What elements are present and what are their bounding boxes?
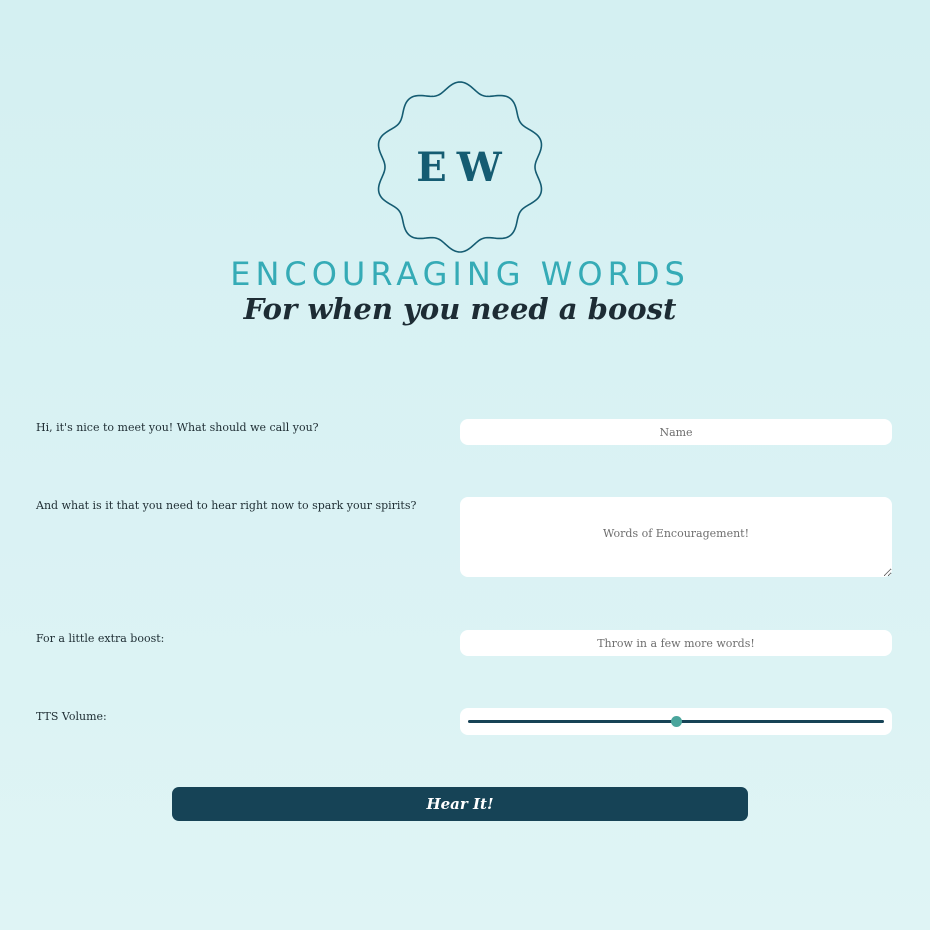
page-title: ENCOURAGING WORDS — [230, 255, 690, 293]
name-input[interactable] — [460, 419, 892, 445]
words-label: And what is it that you need to hear rig… — [36, 499, 417, 512]
logo-badge: EW — [368, 78, 552, 256]
name-label: Hi, it's nice to meet you! What should w… — [36, 421, 319, 434]
logo-initials: EW — [416, 144, 512, 191]
volume-slider[interactable] — [460, 708, 892, 735]
extra-words-input[interactable] — [460, 630, 892, 656]
page-subtitle: For when you need a boost — [243, 292, 677, 326]
hear-it-button[interactable]: Hear It! — [172, 787, 748, 821]
volume-slider-thumb[interactable] — [671, 716, 682, 727]
words-textarea[interactable] — [460, 497, 892, 577]
volume-label: TTS Volume: — [36, 710, 107, 723]
extra-label: For a little extra boost: — [36, 632, 165, 645]
